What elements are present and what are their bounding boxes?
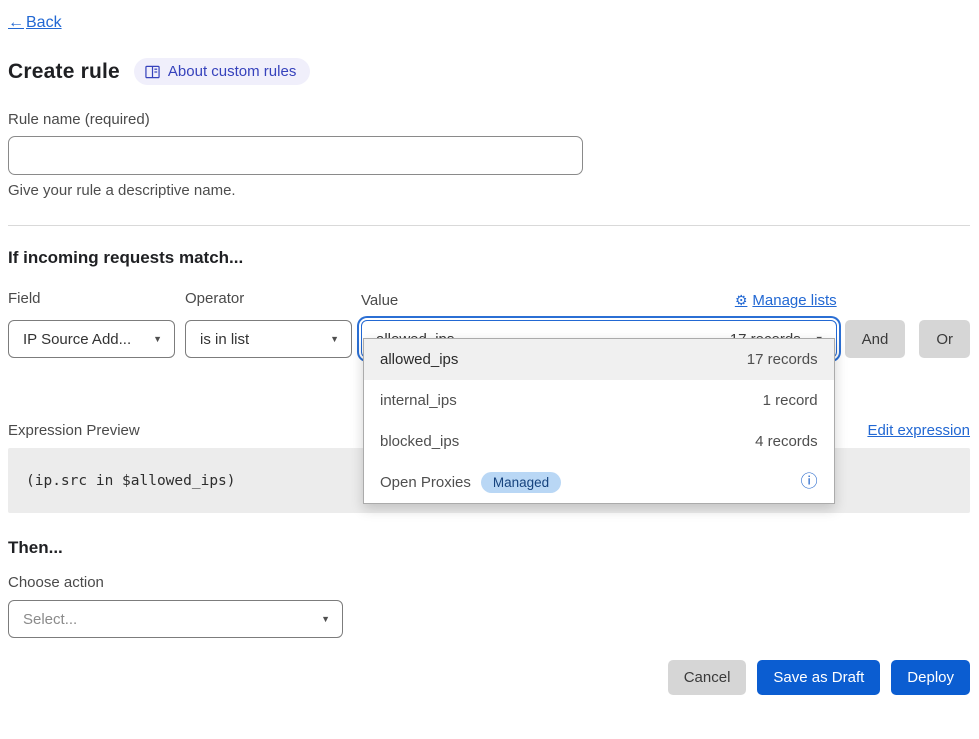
about-custom-rules-label: About custom rules (168, 63, 296, 80)
choose-action-label: Choose action (8, 574, 970, 591)
deploy-button[interactable]: Deploy (891, 660, 970, 695)
option-name: Open Proxies (380, 474, 471, 491)
match-builder-row: Field IP Source Add... ▼ Operator is in … (8, 290, 970, 358)
expression-preview-label: Expression Preview (8, 422, 140, 439)
save-as-draft-button[interactable]: Save as Draft (757, 660, 880, 695)
chevron-down-icon: ▼ (153, 334, 162, 344)
page-title: Create rule (8, 60, 120, 84)
value-column: Value ⚙ Manage lists allowed_ips 17 reco… (361, 292, 837, 358)
option-name: internal_ips (380, 392, 457, 409)
field-select[interactable]: IP Source Add... ▼ (8, 320, 175, 358)
edit-expression-link[interactable]: Edit expression (867, 422, 970, 439)
option-record-count: 17 records (747, 351, 818, 368)
expression-code: (ip.src in $allowed_ips) (26, 473, 236, 489)
cancel-button[interactable]: Cancel (668, 660, 747, 695)
option-name: allowed_ips (380, 351, 458, 368)
dropdown-option-internal-ips[interactable]: internal_ips 1 record (364, 380, 834, 421)
footer-actions: Cancel Save as Draft Deploy (8, 660, 970, 695)
title-row: Create rule About custom rules (8, 58, 970, 85)
info-icon[interactable]: ⓘ (801, 474, 818, 491)
back-link[interactable]: ←Back (8, 14, 62, 31)
chevron-down-icon: ▼ (330, 334, 339, 344)
dropdown-option-allowed-ips[interactable]: allowed_ips 17 records (364, 339, 834, 380)
and-button[interactable]: And (845, 320, 906, 358)
field-label: Field (8, 290, 175, 307)
back-row: ←Back (8, 14, 970, 32)
action-select-placeholder: Select... (23, 611, 77, 628)
action-select[interactable]: Select... ▼ (8, 600, 343, 638)
dropdown-option-open-proxies[interactable]: Open Proxies Managed ⓘ (364, 462, 834, 503)
field-select-value: IP Source Add... (23, 331, 131, 348)
operator-select-value: is in list (200, 331, 249, 348)
back-arrow-icon: ← (8, 14, 24, 31)
value-label: Value (361, 292, 398, 309)
match-section-heading: If incoming requests match... (8, 248, 970, 268)
rule-name-label: Rule name (required) (8, 111, 970, 128)
chevron-down-icon: ▼ (321, 614, 330, 624)
option-record-count: 4 records (755, 433, 818, 450)
option-record-count: 1 record (763, 392, 818, 409)
operator-column: Operator is in list ▼ (185, 290, 352, 358)
back-label: Back (26, 14, 62, 31)
rule-name-helper: Give your rule a descriptive name. (8, 182, 970, 199)
book-icon (145, 65, 160, 79)
option-name: blocked_ips (380, 433, 459, 450)
then-heading: Then... (8, 538, 970, 558)
about-custom-rules-link[interactable]: About custom rules (134, 58, 310, 85)
value-dropdown-panel: allowed_ips 17 records internal_ips 1 re… (363, 338, 835, 504)
manage-lists-link[interactable]: ⚙ Manage lists (735, 292, 837, 309)
section-divider (8, 225, 970, 226)
managed-badge: Managed (481, 472, 561, 493)
gear-icon: ⚙ (735, 292, 748, 309)
or-button[interactable]: Or (919, 320, 970, 358)
rule-name-input[interactable] (8, 136, 583, 175)
dropdown-option-blocked-ips[interactable]: blocked_ips 4 records (364, 421, 834, 462)
operator-label: Operator (185, 290, 352, 307)
field-column: Field IP Source Add... ▼ (8, 290, 175, 358)
operator-select[interactable]: is in list ▼ (185, 320, 352, 358)
manage-lists-label: Manage lists (752, 292, 836, 309)
